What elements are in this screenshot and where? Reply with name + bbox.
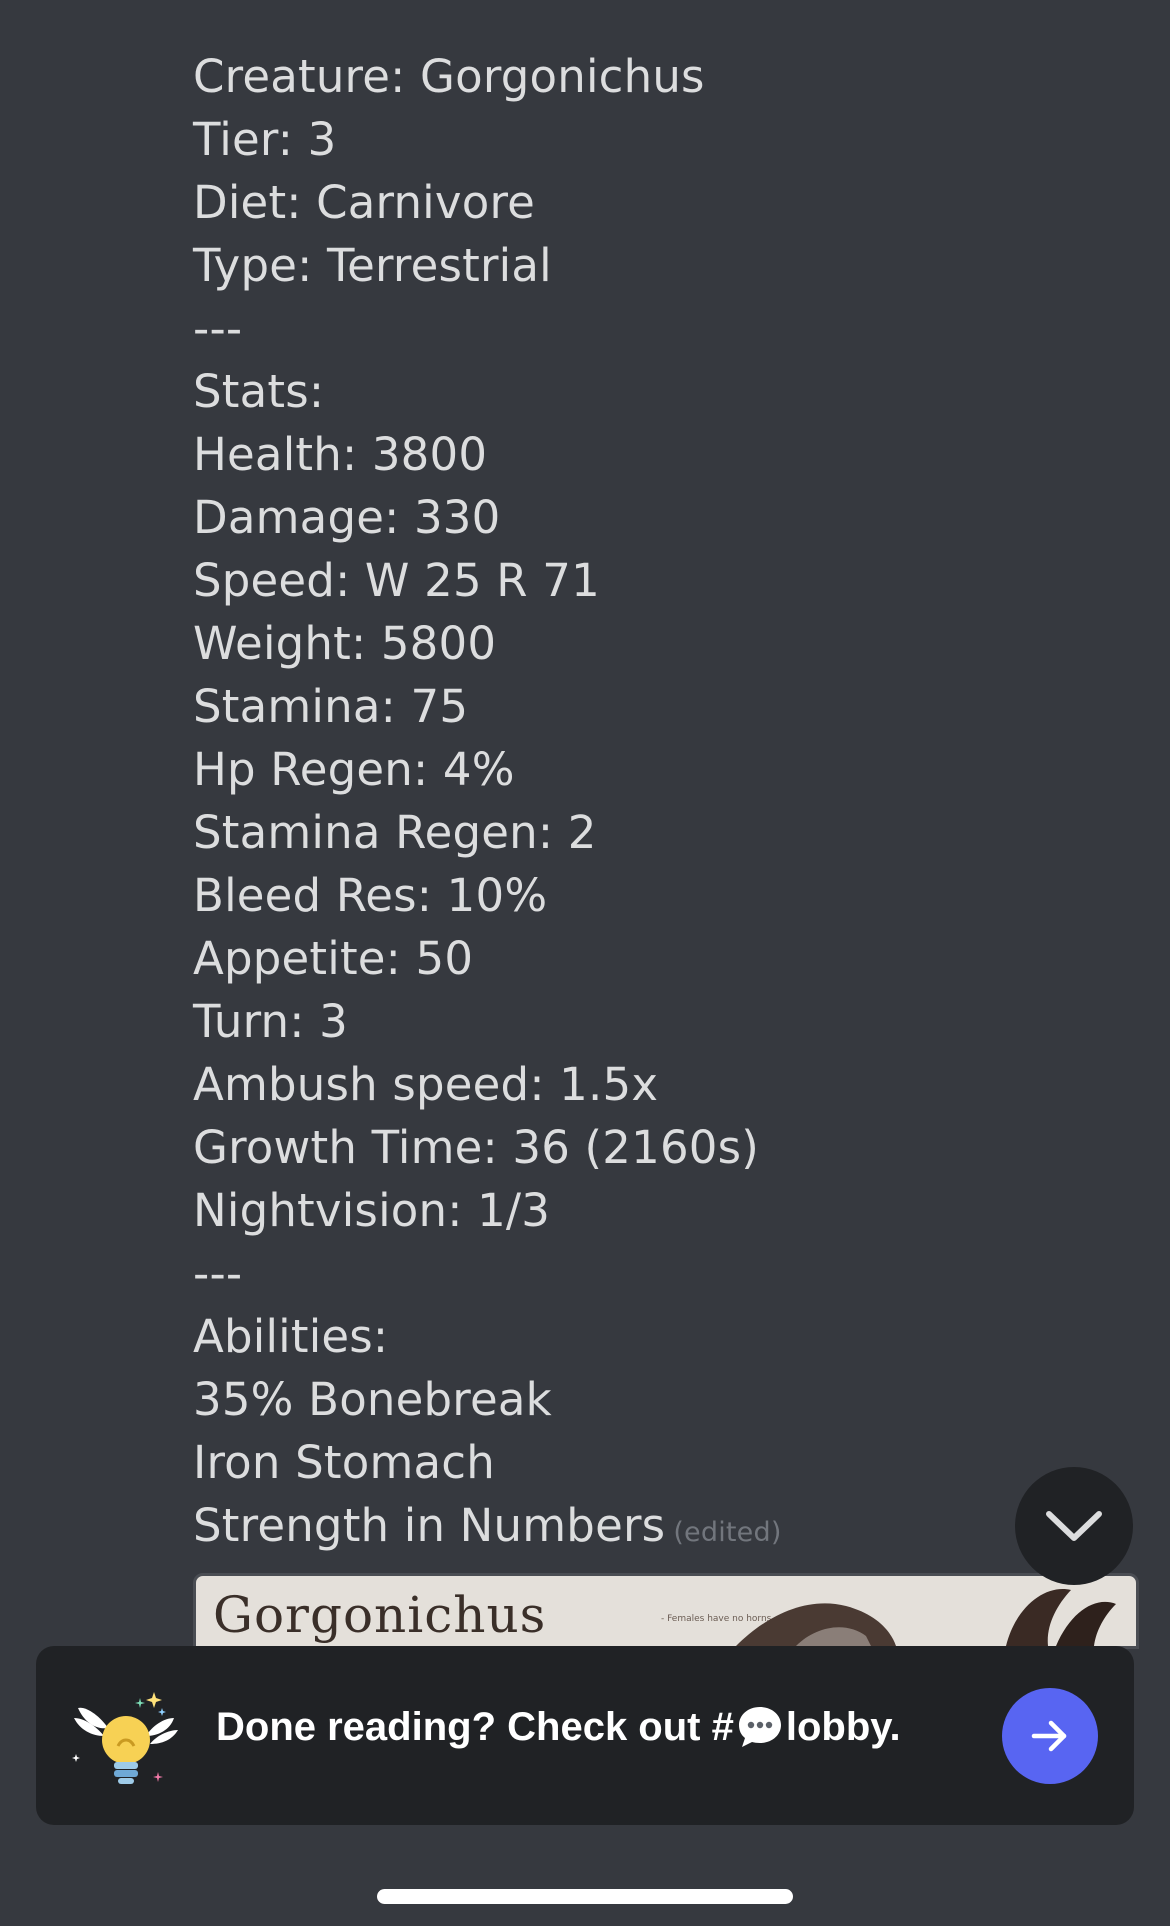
message-line: Bleed Res: 10% [193,869,548,922]
banner-message: Done reading? Check out # lobby. [216,1704,901,1750]
message-line: --- [193,302,243,355]
go-to-channel-button[interactable] [1002,1688,1098,1784]
message-line: Health: 3800 [193,428,488,481]
message-line: Abilities: [193,1310,389,1363]
winged-lightbulb-icon [72,1692,178,1784]
message-line: Nightvision: 1/3 [193,1184,551,1237]
chevron-down-icon [1046,1511,1102,1541]
scroll-to-bottom-button[interactable] [1015,1467,1133,1585]
message-line: --- [193,1247,243,1300]
message-line: Stamina: 75 [193,680,469,733]
message-content: Creature: Gorgonichus Tier: 3 Diet: Carn… [193,45,1093,1557]
embed-image-title: Gorgonichus [213,1586,547,1644]
message-line: Stamina Regen: 2 [193,806,597,859]
banner-prefix: Done reading? Check out # [216,1704,734,1749]
message-line: Creature: Gorgonichus [193,50,705,103]
message-line: Type: Terrestrial [193,239,552,292]
message-line: 35% Bonebreak [193,1373,552,1426]
message-line: Stats: [193,365,325,418]
message-line: Damage: 330 [193,491,501,544]
banner-channel[interactable]: lobby. [786,1705,901,1750]
message-line: Speed: W 25 R 71 [193,554,600,607]
message-line: Weight: 5800 [193,617,497,670]
message-line: Ambush speed: 1.5x [193,1058,659,1111]
edited-label: (edited) [673,1517,782,1548]
home-indicator[interactable] [377,1889,793,1904]
done-reading-banner[interactable]: Done reading? Check out # lobby. [36,1646,1134,1825]
speech-bubble-icon [738,1707,781,1747]
message-line: Turn: 3 [193,995,348,1048]
message-line: Iron Stomach [193,1436,495,1489]
message-line: Tier: 3 [193,113,337,166]
message-line: Diet: Carnivore [193,176,536,229]
arrow-right-icon [1031,1720,1067,1752]
message-line: Growth Time: 36 (2160s) [193,1121,760,1174]
message-line: Appetite: 50 [193,932,474,985]
creature-art [736,1589,1116,1646]
image-embed[interactable]: Gorgonichus - Females have no horns [193,1573,1139,1649]
message-line: Hp Regen: 4% [193,743,515,796]
message-line-text: Strength in Numbers [193,1499,666,1552]
message-line-last: Strength in Numbers (edited) [193,1494,1093,1557]
